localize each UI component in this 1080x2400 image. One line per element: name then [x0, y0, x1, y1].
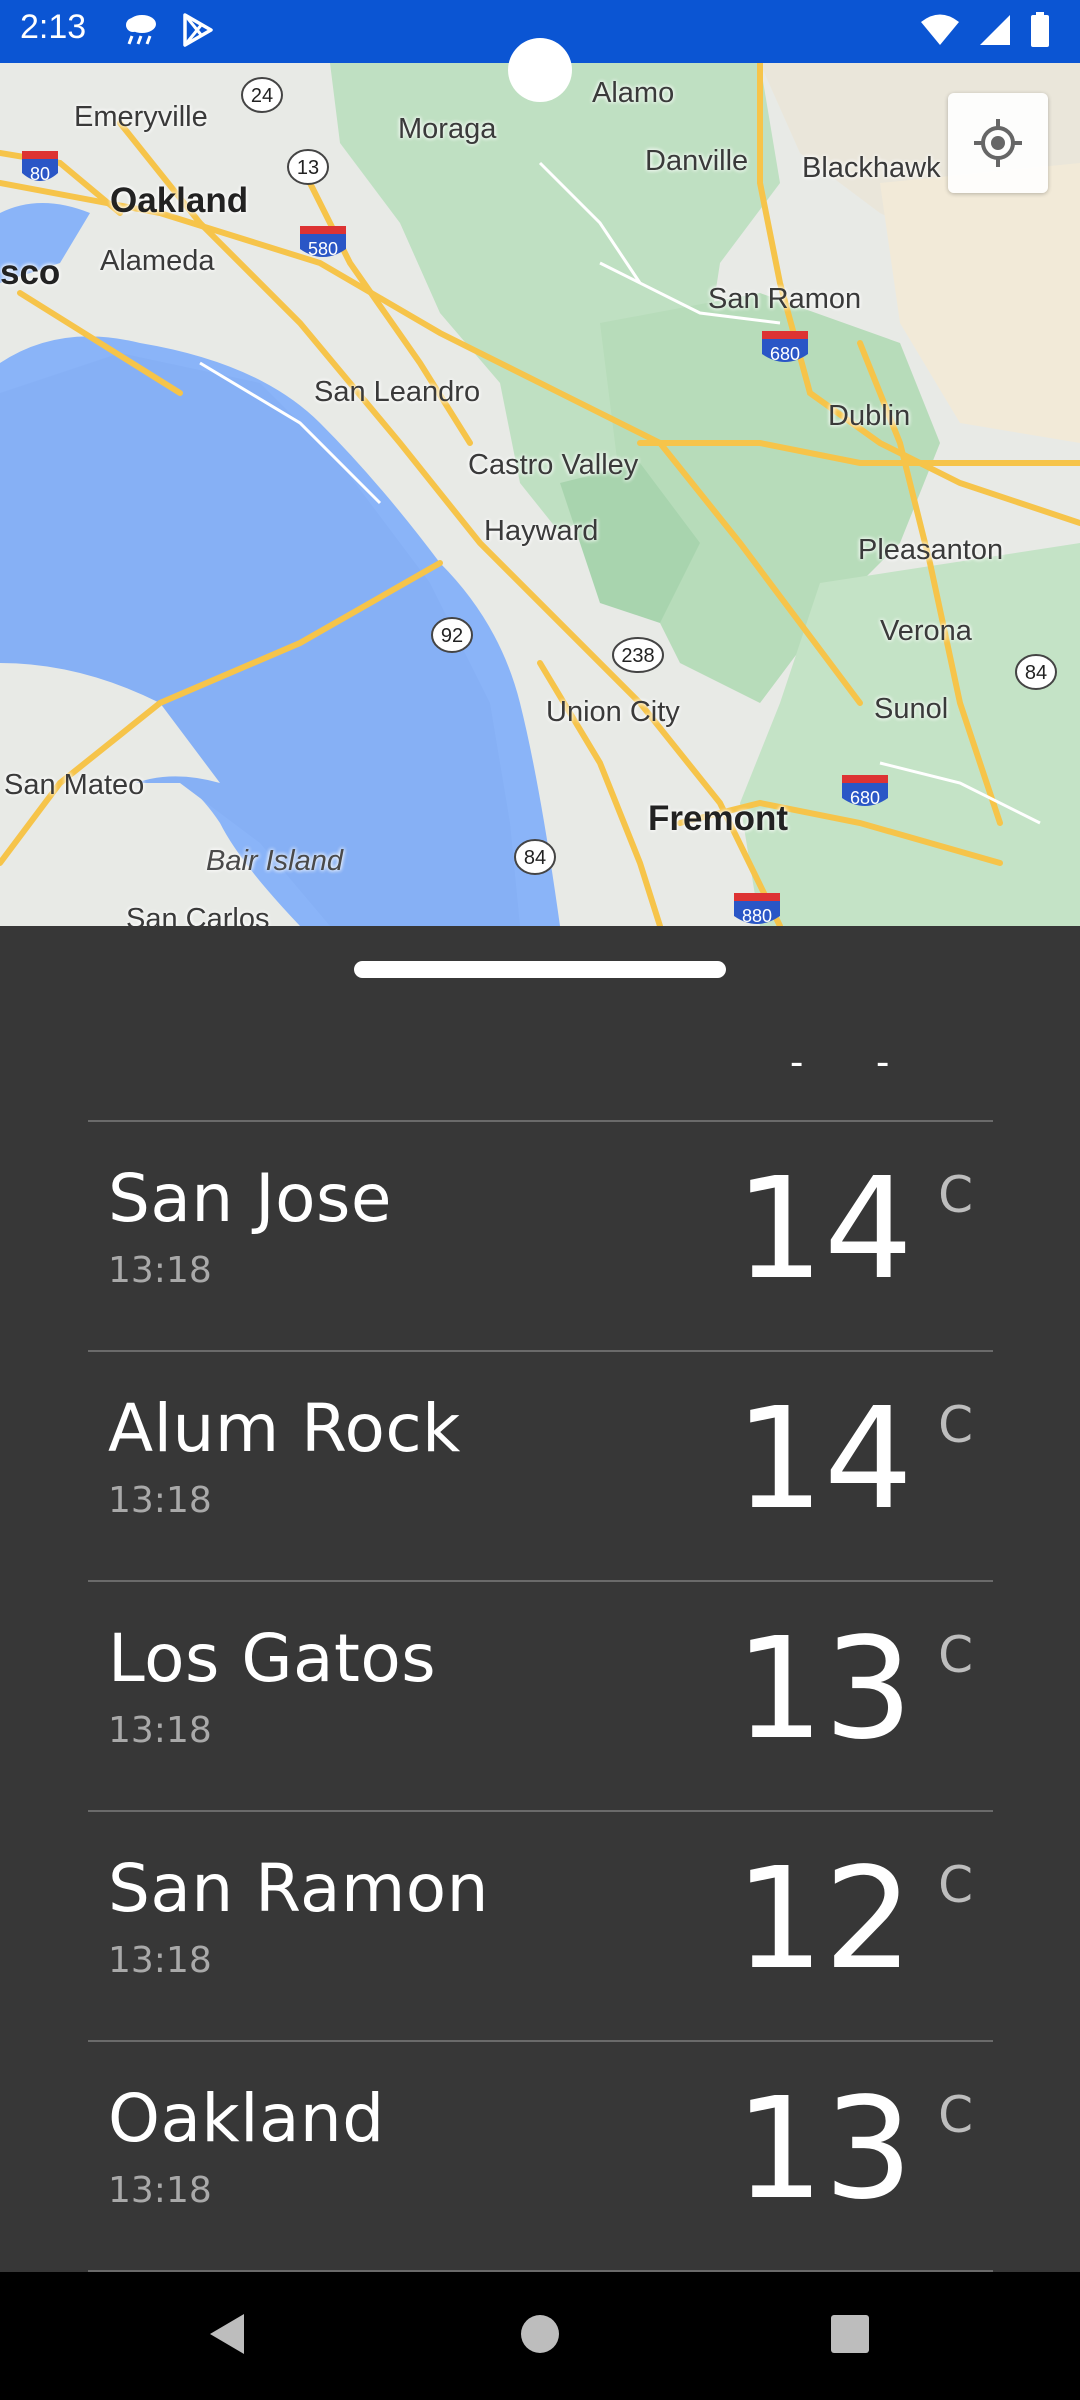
temperature-value: 13	[734, 2068, 913, 2231]
temperature-unit: C	[938, 2086, 973, 2144]
shield-880: 880	[734, 893, 780, 926]
shield-238: 238	[612, 637, 664, 673]
city-name: Los Gatos	[108, 1620, 437, 1697]
camera-cutout	[508, 38, 572, 102]
city-name: Oakland	[108, 2080, 385, 2157]
shield-13: 13	[287, 149, 329, 185]
partial-row-dash-2: -	[876, 1040, 890, 1084]
svg-text:84: 84	[1025, 662, 1047, 684]
svg-text:24: 24	[251, 85, 273, 107]
svg-text:80: 80	[30, 164, 50, 184]
update-time: 13:18	[108, 2170, 212, 2211]
play-store-icon	[180, 12, 216, 52]
weather-rain-icon	[122, 12, 160, 50]
navigation-bar	[0, 2272, 1080, 2400]
sheet-drag-handle[interactable]	[354, 961, 726, 978]
temperature-unit: C	[938, 1626, 973, 1684]
partial-row-dash-1: -	[790, 1040, 804, 1084]
map-view[interactable]: Emeryville Moraga Alamo Danville Blackha…	[0, 63, 1080, 926]
update-time: 13:18	[108, 1940, 212, 1981]
shield-24: 24	[241, 77, 283, 113]
home-button[interactable]	[512, 2308, 568, 2364]
svg-text:84: 84	[524, 847, 546, 869]
temperature-value: 12	[734, 1838, 913, 2001]
list-item-alum-rock[interactable]: Alum Rock 13:18 14 C	[88, 1352, 993, 1580]
temperature-value: 14	[734, 1378, 913, 1541]
cellular-icon	[978, 13, 1012, 51]
recents-square-icon	[830, 2314, 870, 2358]
shield-92: 92	[431, 617, 473, 653]
update-time: 13:18	[108, 1710, 212, 1751]
shield-80: 80	[22, 151, 58, 184]
city-name: San Ramon	[108, 1850, 490, 1927]
list-item-oakland[interactable]: Oakland 13:18 13 C	[88, 2042, 993, 2270]
svg-text:680: 680	[850, 788, 880, 808]
battery-icon	[1030, 12, 1050, 52]
list-item-san-jose[interactable]: San Jose 13:18 14 C	[88, 1122, 993, 1350]
city-name: Alum Rock	[108, 1390, 461, 1467]
bottom-sheet[interactable]: - - San Jose 13:18 14 C Alum Rock 13:18 …	[0, 926, 1080, 2272]
shield-580: 580	[300, 226, 346, 259]
svg-text:13: 13	[297, 157, 319, 179]
svg-text:680: 680	[770, 344, 800, 364]
update-time: 13:18	[108, 1250, 212, 1291]
shield-680-a: 680	[762, 331, 808, 364]
svg-text:92: 92	[441, 625, 463, 647]
recents-button[interactable]	[822, 2308, 878, 2364]
svg-text:880: 880	[742, 906, 772, 926]
temperature-value: 13	[734, 1608, 913, 1771]
route-shields: 24 13 80 580 680 92 238 84 680 84 880	[22, 77, 1057, 926]
temperature-unit: C	[938, 1396, 973, 1454]
shield-680-b: 680	[842, 775, 888, 808]
my-location-icon	[972, 117, 1024, 169]
temperature-value: 14	[734, 1148, 913, 1311]
city-name: San Jose	[108, 1160, 392, 1237]
svg-text:580: 580	[308, 239, 338, 259]
shield-84-b: 84	[514, 839, 556, 875]
svg-text:238: 238	[621, 645, 654, 667]
back-button[interactable]	[198, 2308, 254, 2364]
update-time: 13:18	[108, 1480, 212, 1521]
home-circle-icon	[520, 2314, 560, 2358]
back-triangle-icon	[206, 2312, 246, 2360]
temperature-unit: C	[938, 1166, 973, 1224]
wifi-icon	[920, 13, 960, 51]
shield-84-a: 84	[1015, 654, 1057, 690]
status-time: 2:13	[20, 8, 87, 46]
list-item-los-gatos[interactable]: Los Gatos 13:18 13 C	[88, 1582, 993, 1810]
list-item-san-ramon[interactable]: San Ramon 13:18 12 C	[88, 1812, 993, 2040]
my-location-button[interactable]	[948, 93, 1048, 193]
temperature-unit: C	[938, 1856, 973, 1914]
